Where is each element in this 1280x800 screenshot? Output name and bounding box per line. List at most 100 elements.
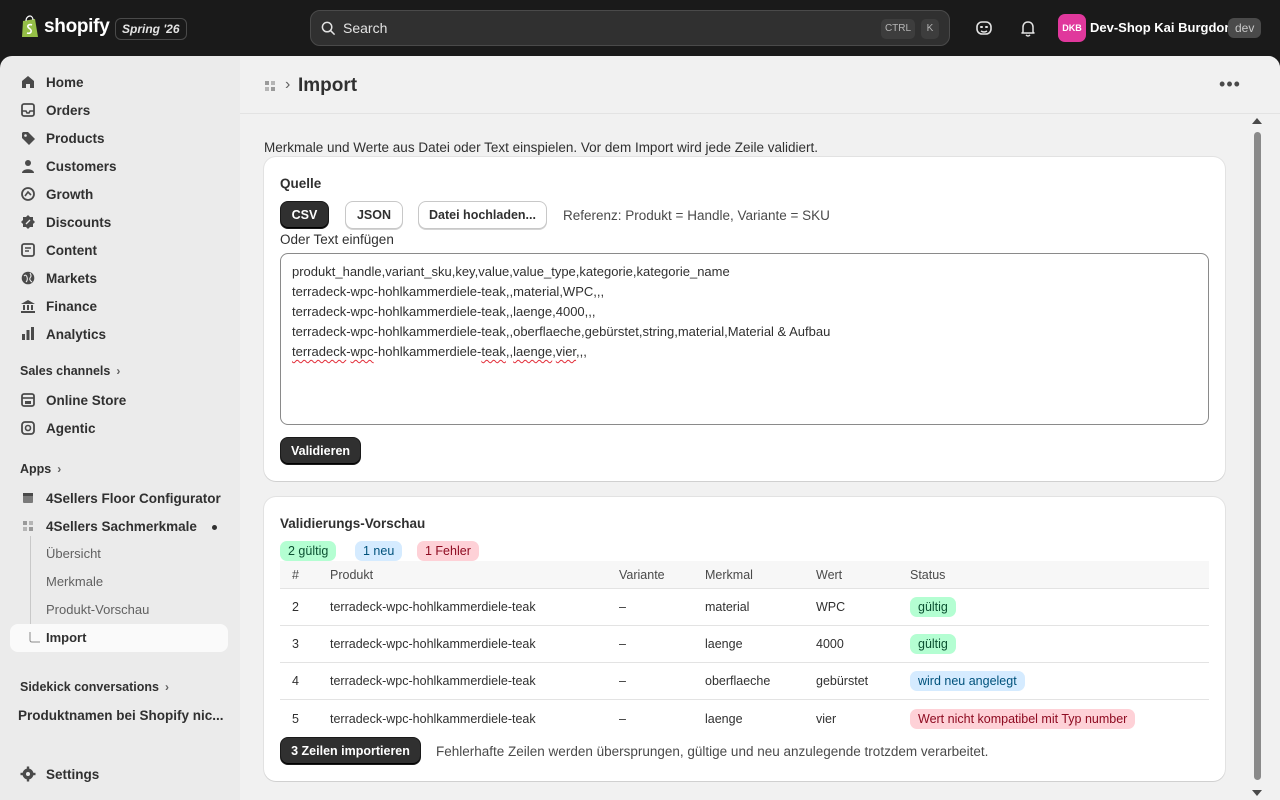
page-header: › Import ••• <box>240 56 1280 114</box>
person-icon <box>22 160 34 173</box>
nav-label: Growth <box>46 186 94 202</box>
import-rows-button[interactable]: 3 Zeilen importieren <box>280 737 421 765</box>
scroll-thumb[interactable] <box>1254 132 1261 780</box>
status-cell: wird neu angelegt <box>910 663 1025 699</box>
nav-products[interactable]: Products <box>10 124 228 152</box>
spell-segment: vier <box>555 344 577 359</box>
sidekick-icon[interactable] <box>974 18 994 38</box>
subnav-import[interactable]: Import <box>46 630 86 645</box>
bell-icon[interactable] <box>1018 18 1038 38</box>
app-sachmerkmale[interactable]: 4Sellers Sachmerkmale <box>10 512 228 540</box>
avatar[interactable]: DKB <box>1058 14 1086 42</box>
page-intro: Merkmale und Werte aus Datei oder Text e… <box>264 140 819 155</box>
upload-file-button[interactable]: Datei hochladen... <box>418 201 547 229</box>
nav-markets[interactable]: Markets <box>10 264 228 292</box>
nav-settings[interactable]: Settings <box>10 760 228 788</box>
spell-segment: teak <box>481 344 506 359</box>
top-bar: shopify Spring '26 Search CTRL K DKB Dev… <box>0 0 1280 56</box>
nav-discounts[interactable]: Discounts <box>10 208 228 236</box>
shopify-logo[interactable]: shopify <box>20 15 110 39</box>
nav-growth[interactable]: Growth <box>10 180 228 208</box>
home-icon <box>22 76 34 88</box>
scroll-up-arrow-icon[interactable] <box>1252 118 1262 124</box>
value-cell: vier <box>816 711 837 726</box>
conversation-item[interactable]: Produktnamen bei Shopify nic... <box>18 708 223 723</box>
search-input[interactable]: Search CTRL K <box>310 10 950 46</box>
validation-preview-card: Validierungs-Vorschau 2 gültig 1 neu 1 F… <box>264 497 1225 781</box>
scrollbar[interactable] <box>1250 116 1264 800</box>
nav-label: Agentic <box>46 420 96 436</box>
shortcut-k: K <box>921 19 939 39</box>
shop-name[interactable]: Dev-Shop Kai Burgdorf <box>1090 20 1234 35</box>
chart-icon <box>22 327 34 340</box>
row-number: 2 <box>292 600 299 614</box>
nav-label: 4Sellers Sachmerkmale <box>46 518 197 534</box>
agentic-icon <box>21 421 35 435</box>
nav-finance[interactable]: Finance <box>10 292 228 320</box>
nav-label: 4Sellers Floor Configurator <box>46 490 221 506</box>
import-hint: Fehlerhafte Zeilen werden übersprungen, … <box>436 744 989 759</box>
table-row: 4 terradeck-wpc-hohlkammerdiele-teak – o… <box>280 663 1209 700</box>
row-number: 5 <box>292 711 299 726</box>
main-content: › Import ••• Merkmale und Werte aus Date… <box>240 56 1280 800</box>
attribute-cell: laenge <box>705 637 743 651</box>
nav-content[interactable]: Content <box>10 236 228 264</box>
status-badge: gültig <box>910 634 956 654</box>
validate-button[interactable]: Validieren <box>280 437 361 465</box>
sales-channels-header[interactable]: Sales channels › <box>20 364 120 378</box>
subnav-overview[interactable]: Übersicht <box>46 546 101 561</box>
source-title: Quelle <box>280 176 322 191</box>
nav-customers[interactable]: Customers <box>10 152 228 180</box>
globe-icon <box>21 271 35 285</box>
product-cell: terradeck-wpc-hohlkammerdiele-teak <box>330 674 536 688</box>
chevron-right-icon: › <box>164 680 169 694</box>
tree-branch-icon <box>29 632 40 643</box>
status-badge: wird neu angelegt <box>910 671 1025 691</box>
new-count-badge: 1 neu <box>355 541 403 561</box>
spell-segment: wpc <box>350 344 374 359</box>
gear-icon <box>20 766 36 782</box>
app-floor-configurator[interactable]: 4Sellers Floor Configurator <box>10 484 228 512</box>
nav-label: Analytics <box>46 326 107 342</box>
text-segment: -hohlkammerdiele- <box>373 344 482 359</box>
nav-label: Discounts <box>46 214 112 230</box>
preview-title: Validierungs-Vorschau <box>280 516 426 531</box>
variant-cell: – <box>619 711 626 726</box>
column-header: Variante <box>619 567 665 582</box>
variant-cell: – <box>619 674 626 688</box>
brand-name: shopify <box>44 16 110 37</box>
content-icon <box>21 243 35 257</box>
sidekick-label: Sidekick conversations <box>20 680 159 694</box>
nav-label: Home <box>46 74 84 90</box>
status-cell: Wert nicht kompatibel mit Typ number <box>910 700 1136 737</box>
channel-online-store[interactable]: Online Store <box>10 386 228 414</box>
app-icon <box>23 521 33 531</box>
nav-label: Finance <box>46 298 98 314</box>
tag-icon <box>22 132 35 145</box>
app-breadcrumb-icon[interactable] <box>264 80 276 92</box>
csv-button[interactable]: CSV <box>280 201 329 229</box>
subnav-produkt-vorschau[interactable]: Produkt-Vorschau <box>46 602 149 617</box>
text-segment: ,,, <box>576 344 587 359</box>
apps-header[interactable]: Apps › <box>20 462 61 476</box>
table-row: 3 terradeck-wpc-hohlkammerdiele-teak – l… <box>280 626 1209 663</box>
sidebar: Home Orders Products Customers Growth Di… <box>0 56 240 800</box>
channel-agentic[interactable]: Agentic <box>10 414 228 442</box>
edition-badge[interactable]: Spring '26 <box>115 18 187 40</box>
nav-label: Settings <box>46 766 100 782</box>
sidekick-header[interactable]: Sidekick conversations › <box>20 680 169 694</box>
scroll-down-arrow-icon[interactable] <box>1252 790 1262 796</box>
chevron-right-icon: › <box>116 364 121 378</box>
nav-home[interactable]: Home <box>10 68 228 96</box>
json-button[interactable]: JSON <box>345 201 403 229</box>
more-actions-button[interactable]: ••• <box>1218 74 1242 98</box>
reference-hint: Referenz: Produkt = Handle, Variante = S… <box>563 208 830 223</box>
spell-segment: terradeck <box>292 344 347 359</box>
csv-text-input[interactable]: produkt_handle,variant_sku,key,value,val… <box>280 253 1209 425</box>
csv-line: terradeck-wpc-hohlkammerdiele-teak,,ober… <box>292 324 831 339</box>
nav-analytics[interactable]: Analytics <box>10 320 228 348</box>
source-card: Quelle CSV JSON Datei hochladen... Refer… <box>264 157 1225 481</box>
nav-orders[interactable]: Orders <box>10 96 228 124</box>
product-cell: terradeck-wpc-hohlkammerdiele-teak <box>330 711 536 726</box>
subnav-merkmale[interactable]: Merkmale <box>46 574 103 589</box>
